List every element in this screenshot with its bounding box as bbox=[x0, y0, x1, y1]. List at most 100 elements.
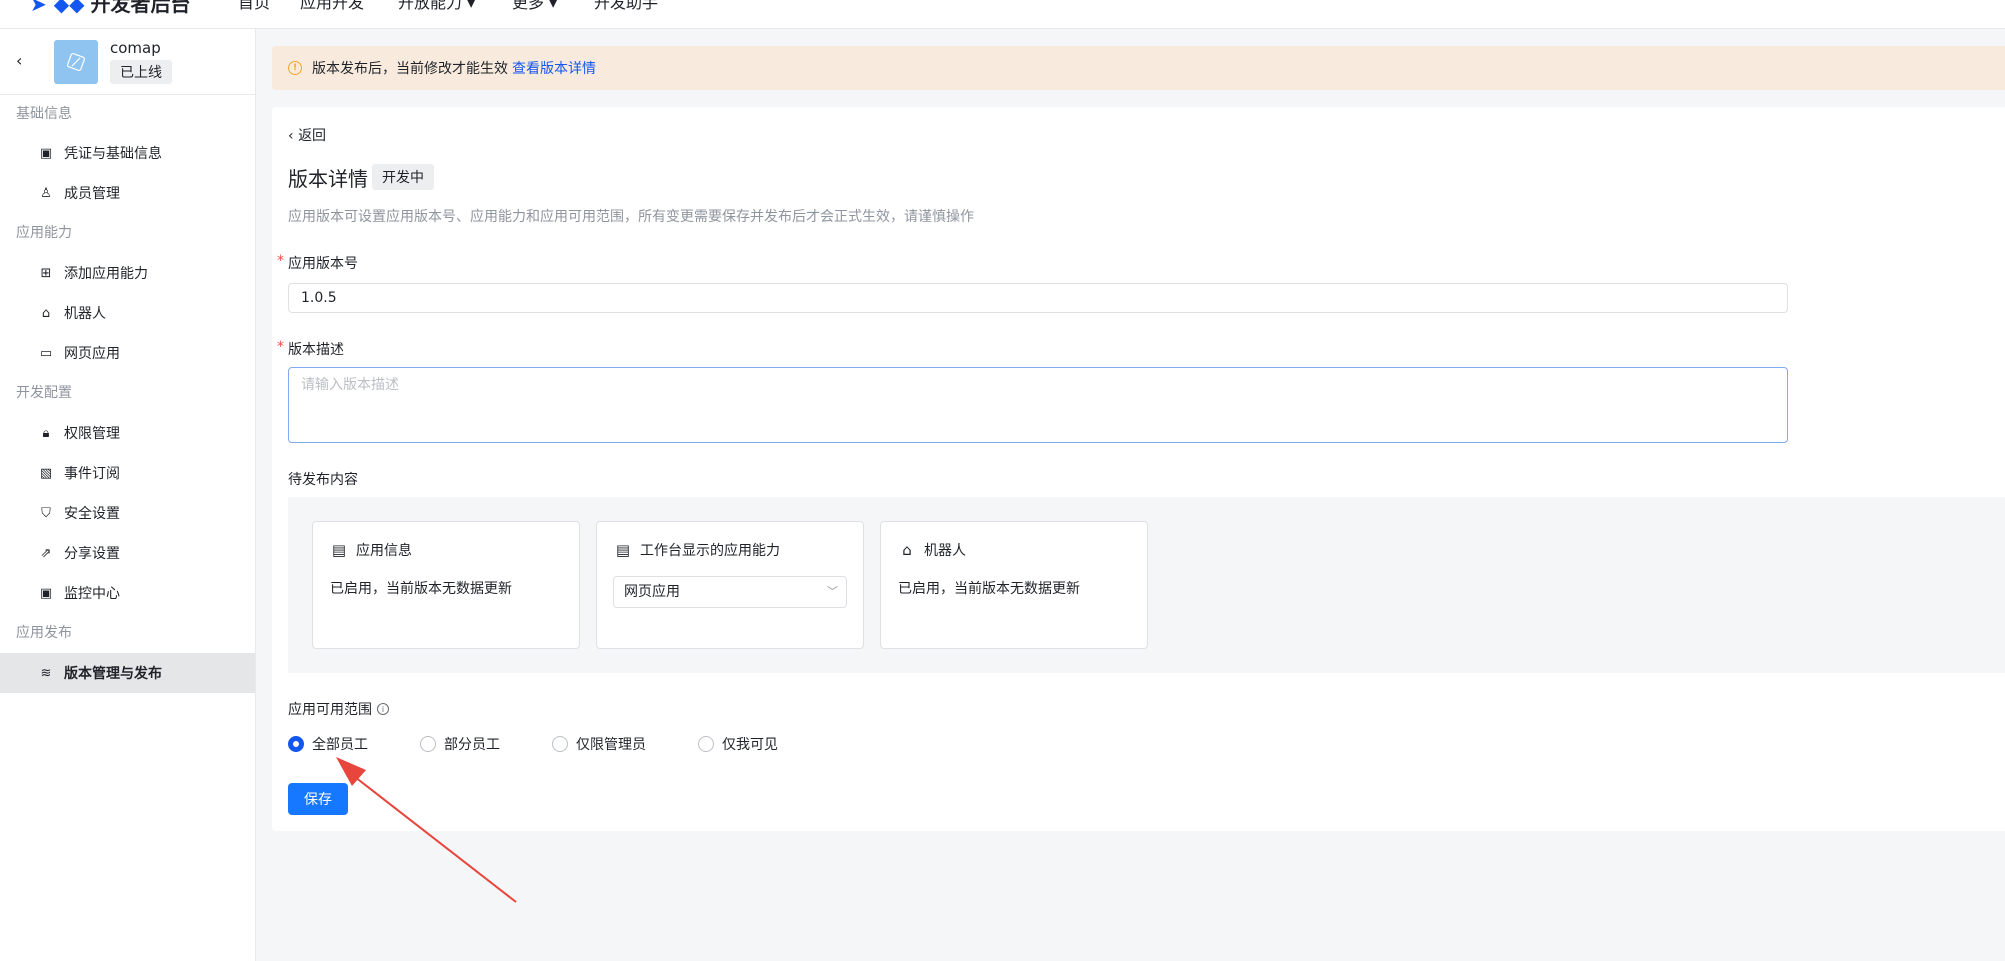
sidebar-item-monitor[interactable]: ▣ 监控中心 bbox=[0, 573, 255, 613]
app-logo-icon bbox=[66, 52, 86, 72]
credential-icon: ▣ bbox=[39, 145, 53, 161]
warning-icon: ! bbox=[288, 61, 302, 75]
version-detail-card: ‹ 返回 版本详情 开发中 应用版本可设置应用版本号、应用能力和应用可用范围，所… bbox=[272, 107, 2005, 831]
pending-card-title: 机器人 bbox=[924, 543, 966, 559]
sidebar-item-label: 网页应用 bbox=[64, 346, 120, 362]
radio-dot bbox=[552, 736, 568, 752]
pending-card-header: ⌂ 机器人 bbox=[898, 540, 966, 560]
top-nav: ➤ ◆◆ 开发者后台 首页 应用开发 开放能力 ▾ 更多 ▾ 开发助手 bbox=[0, 0, 2005, 29]
lock-icon: 🔒︎ bbox=[42, 425, 50, 441]
notice-banner: ! 版本发布后，当前修改才能生效 查看版本详情 bbox=[272, 46, 2005, 90]
nav-open-capability[interactable]: 开放能力 ▾ bbox=[398, 0, 475, 13]
member-icon: ♙ bbox=[40, 185, 52, 201]
view-version-detail-link[interactable]: 查看版本详情 bbox=[512, 58, 596, 78]
back-chevron-icon[interactable]: ‹ bbox=[16, 51, 22, 70]
version-number-input[interactable]: 1.0.5 bbox=[288, 283, 1788, 313]
sidebar-item-security[interactable]: ⛉ 安全设置 bbox=[0, 493, 255, 533]
sidebar-item-label: 版本管理与发布 bbox=[64, 666, 162, 682]
section-title-dev-config: 开发配置 bbox=[16, 385, 72, 401]
radio-admins-only[interactable]: 仅限管理员 bbox=[552, 734, 646, 754]
robot-icon: ⌂ bbox=[902, 541, 912, 559]
sidebar-item-robot[interactable]: ⌂ 机器人 bbox=[0, 293, 255, 333]
sidebar-item-share[interactable]: ⇗ 分享设置 bbox=[0, 533, 255, 573]
sidebar-item-label: 机器人 bbox=[64, 306, 106, 322]
nav-app-dev[interactable]: 应用开发 bbox=[300, 0, 364, 13]
notice-text: 版本发布后，当前修改才能生效 bbox=[312, 61, 508, 77]
page-title: 版本详情 bbox=[288, 167, 368, 191]
sidebar-item-webpage[interactable]: ▭ 网页应用 bbox=[0, 333, 255, 373]
nav-more[interactable]: 更多 ▾ bbox=[512, 0, 557, 13]
sidebar-item-events[interactable]: ▧ 事件订阅 bbox=[0, 453, 255, 493]
workbench-icon: ▤ bbox=[615, 541, 631, 559]
layers-icon: ≋ bbox=[40, 665, 52, 681]
status-badge: 开发中 bbox=[372, 164, 434, 190]
save-button[interactable]: 保存 bbox=[288, 783, 348, 815]
sidebar-item-permissions[interactable]: 🔒︎ 权限管理 bbox=[0, 413, 255, 453]
share-icon: ⇗ bbox=[40, 545, 52, 561]
radio-dot bbox=[288, 736, 304, 752]
back-link[interactable]: ‹ 返回 bbox=[288, 125, 326, 145]
sidebar: ‹ comap 已上线 基础信息 ▣ 凭证与基础信息 ♙ 成员管理 应用能力 ⊞… bbox=[0, 29, 256, 961]
pending-card-app-info: ▤ 应用信息 已启用，当前版本无数据更新 bbox=[312, 521, 580, 649]
sidebar-item-label: 监控中心 bbox=[64, 586, 120, 602]
pending-card-workbench: ▤ 工作台显示的应用能力 网页应用 ﹀ bbox=[596, 521, 864, 649]
chevron-down-icon: ﹀ bbox=[827, 585, 838, 598]
sidebar-item-members[interactable]: ♙ 成员管理 bbox=[0, 173, 255, 213]
brand[interactable]: ➤ ◆◆ 开发者后台 bbox=[30, 0, 190, 17]
section-title-basic: 基础信息 bbox=[16, 106, 72, 122]
required-mark: * bbox=[277, 253, 284, 269]
monitor-icon: ▣ bbox=[39, 585, 53, 601]
brand-name: 开发者后台 bbox=[90, 0, 191, 16]
app-status-badge: 已上线 bbox=[110, 60, 172, 84]
sidebar-item-label: 添加应用能力 bbox=[64, 266, 148, 282]
add-capability-icon: ⊞ bbox=[40, 265, 52, 281]
version-number-label: * 应用版本号 bbox=[277, 253, 358, 273]
webpage-icon: ▭ bbox=[39, 345, 53, 361]
radio-label: 仅我可见 bbox=[722, 737, 778, 753]
sidebar-item-label: 安全设置 bbox=[64, 506, 120, 522]
version-number-label-text: 应用版本号 bbox=[288, 256, 358, 272]
shield-icon: ⛉ bbox=[41, 505, 51, 521]
section-title-capability: 应用能力 bbox=[16, 225, 72, 241]
pending-content-label: 待发布内容 bbox=[288, 472, 358, 488]
sidebar-item-label: 事件订阅 bbox=[64, 466, 120, 482]
version-desc-label: * 版本描述 bbox=[277, 339, 344, 359]
pending-card-header: ▤ 工作台显示的应用能力 bbox=[614, 540, 780, 560]
chevron-left-icon: ‹ bbox=[288, 128, 299, 144]
radio-dot bbox=[420, 736, 436, 752]
required-mark: * bbox=[277, 339, 284, 355]
sidebar-item-credentials[interactable]: ▣ 凭证与基础信息 bbox=[0, 133, 255, 173]
info-icon[interactable]: i bbox=[377, 703, 389, 715]
pending-content-area: ▤ 应用信息 已启用，当前版本无数据更新 ▤ 工作台显示的应用能力 网页应用 ﹀ ⌂ 机… bbox=[288, 497, 2005, 673]
logo-icon: ➤ ◆◆ bbox=[30, 0, 85, 16]
pending-card-header: ▤ 应用信息 bbox=[330, 540, 412, 560]
sidebar-item-label: 权限管理 bbox=[64, 426, 120, 442]
back-label: 返回 bbox=[298, 128, 327, 144]
sidebar-item-label: 凭证与基础信息 bbox=[64, 146, 162, 162]
radio-some-staff[interactable]: 部分员工 bbox=[420, 734, 500, 754]
pending-card-robot: ⌂ 机器人 已启用，当前版本无数据更新 bbox=[880, 521, 1148, 649]
event-icon: ▧ bbox=[39, 465, 53, 481]
scope-label: 应用可用范围 i bbox=[288, 699, 389, 719]
pending-card-text: 已启用，当前版本无数据更新 bbox=[330, 581, 512, 597]
sidebar-item-version-management[interactable]: ≋ 版本管理与发布 bbox=[0, 653, 255, 693]
version-desc-textarea[interactable]: 请输入版本描述 bbox=[288, 367, 1788, 443]
page-description: 应用版本可设置应用版本号、应用能力和应用可用范围，所有变更需要保存并发布后才会正… bbox=[288, 209, 974, 225]
radio-dot bbox=[698, 736, 714, 752]
radio-all-staff[interactable]: 全部员工 bbox=[288, 734, 368, 754]
nav-home[interactable]: 首页 bbox=[238, 0, 270, 13]
sidebar-item-label: 成员管理 bbox=[64, 186, 120, 202]
robot-icon: ⌂ bbox=[41, 305, 51, 321]
app-name: comap bbox=[110, 39, 161, 57]
nav-dev-assistant[interactable]: 开发助手 bbox=[594, 0, 658, 13]
app-header: ‹ comap 已上线 bbox=[0, 29, 255, 95]
select-value: 网页应用 bbox=[624, 584, 680, 600]
pending-card-text: 已启用，当前版本无数据更新 bbox=[898, 581, 1080, 597]
pending-card-title: 工作台显示的应用能力 bbox=[640, 543, 780, 559]
radio-label: 部分员工 bbox=[444, 737, 500, 753]
pending-card-title: 应用信息 bbox=[356, 543, 412, 559]
workbench-capability-select[interactable]: 网页应用 ﹀ bbox=[613, 576, 847, 608]
sidebar-item-add-capability[interactable]: ⊞ 添加应用能力 bbox=[0, 253, 255, 293]
radio-only-me[interactable]: 仅我可见 bbox=[698, 734, 778, 754]
radio-label: 全部员工 bbox=[312, 737, 368, 753]
